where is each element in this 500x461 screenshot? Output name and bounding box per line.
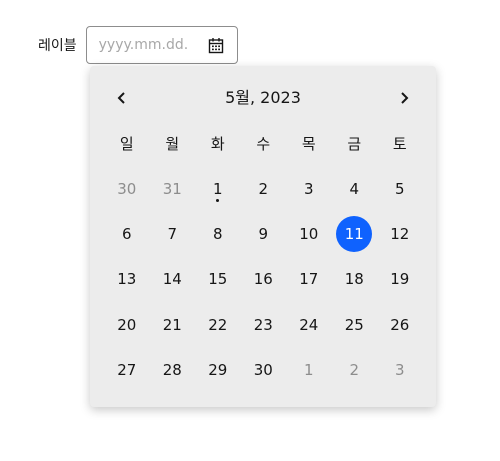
field-label: 레이블 bbox=[38, 38, 77, 54]
day-number: 29 bbox=[208, 360, 228, 379]
calendar-popup: 5월, 2023 일월화수목금토 30 31 1 2 3 4 5 6 7 8 9 10 11 12 13 14… bbox=[90, 66, 436, 407]
day-cell[interactable]: 15 bbox=[195, 257, 241, 302]
day-number: 15 bbox=[208, 270, 228, 289]
day-cell[interactable]: 20 bbox=[104, 302, 150, 347]
day-cell[interactable]: 7 bbox=[150, 211, 196, 256]
day-cell[interactable]: 17 bbox=[286, 257, 332, 302]
day-number: 1 bbox=[303, 360, 314, 379]
day-cell[interactable]: 27 bbox=[104, 347, 150, 392]
day-cell[interactable]: 12 bbox=[377, 211, 423, 256]
day-cell[interactable]: 13 bbox=[104, 257, 150, 302]
chevron-right-icon[interactable] bbox=[388, 82, 420, 114]
date-picker-field: 레이블 bbox=[38, 26, 238, 64]
day-cell[interactable]: 8 bbox=[195, 211, 241, 256]
day-number: 22 bbox=[208, 315, 228, 334]
day-number: 2 bbox=[349, 360, 360, 379]
day-number: 13 bbox=[117, 270, 137, 289]
day-number: 3 bbox=[394, 360, 405, 379]
day-cell[interactable]: 29 bbox=[195, 347, 241, 392]
weekday-label: 토 bbox=[392, 135, 407, 153]
calendar-icon[interactable] bbox=[207, 36, 225, 54]
day-number: 23 bbox=[253, 315, 273, 334]
weekday-label: 화 bbox=[210, 135, 225, 153]
day-cell-selected[interactable]: 11 bbox=[332, 211, 378, 256]
day-cell[interactable]: 3 bbox=[286, 166, 332, 211]
day-number: 27 bbox=[117, 360, 137, 379]
day-number: 18 bbox=[344, 270, 364, 289]
day-number: 2 bbox=[258, 179, 269, 198]
day-number: 7 bbox=[167, 224, 178, 243]
day-number: 6 bbox=[121, 224, 132, 243]
weekday-header: 일월화수목금토 bbox=[104, 130, 423, 158]
day-cell[interactable]: 21 bbox=[150, 302, 196, 347]
day-cell[interactable]: 2 bbox=[332, 347, 378, 392]
weekday-label: 금 bbox=[347, 135, 362, 153]
day-number: 16 bbox=[253, 270, 273, 289]
day-cell[interactable]: 6 bbox=[104, 211, 150, 256]
day-number: 19 bbox=[390, 270, 410, 289]
day-number: 4 bbox=[349, 179, 360, 198]
weekday-label: 월 bbox=[165, 135, 180, 153]
day-number: 21 bbox=[162, 315, 182, 334]
day-cell[interactable]: 26 bbox=[377, 302, 423, 347]
weekday-label: 수 bbox=[256, 135, 271, 153]
day-number: 28 bbox=[162, 360, 182, 379]
weekday-label: 일 bbox=[119, 135, 134, 153]
day-cell[interactable]: 31 bbox=[150, 166, 196, 211]
day-number: 5 bbox=[394, 179, 405, 198]
day-cell[interactable]: 4 bbox=[332, 166, 378, 211]
day-cell[interactable]: 14 bbox=[150, 257, 196, 302]
month-title: 5월, 2023 bbox=[225, 88, 301, 107]
day-number: 3 bbox=[303, 179, 314, 198]
day-number: 14 bbox=[162, 270, 182, 289]
day-cell[interactable]: 2 bbox=[241, 166, 287, 211]
calendar-header: 5월, 2023 bbox=[90, 82, 436, 114]
date-input-wrapper[interactable] bbox=[85, 26, 238, 64]
day-number: 25 bbox=[344, 315, 364, 334]
day-cell-today[interactable]: 1 bbox=[195, 166, 241, 211]
day-cell[interactable]: 19 bbox=[377, 257, 423, 302]
day-number: 11 bbox=[344, 224, 364, 243]
day-cell[interactable]: 22 bbox=[195, 302, 241, 347]
day-cell[interactable]: 24 bbox=[286, 302, 332, 347]
day-number: 12 bbox=[390, 224, 410, 243]
day-number: 9 bbox=[258, 224, 269, 243]
weekday-label: 목 bbox=[301, 135, 316, 153]
day-cell[interactable]: 25 bbox=[332, 302, 378, 347]
chevron-left-icon[interactable] bbox=[106, 82, 138, 114]
day-number: 1 bbox=[212, 179, 223, 198]
day-cell[interactable]: 10 bbox=[286, 211, 332, 256]
day-cell[interactable]: 3 bbox=[377, 347, 423, 392]
day-grid: 30 31 1 2 3 4 5 6 7 8 9 10 11 12 13 14 15 16 17 18 19 20 21 22 2… bbox=[104, 166, 423, 392]
date-input[interactable] bbox=[98, 37, 207, 53]
day-cell[interactable]: 18 bbox=[332, 257, 378, 302]
day-cell[interactable]: 30 bbox=[104, 166, 150, 211]
day-cell[interactable]: 30 bbox=[241, 347, 287, 392]
day-number: 8 bbox=[212, 224, 223, 243]
day-cell[interactable]: 28 bbox=[150, 347, 196, 392]
day-cell[interactable]: 1 bbox=[286, 347, 332, 392]
day-number: 20 bbox=[117, 315, 137, 334]
day-cell[interactable]: 9 bbox=[241, 211, 287, 256]
day-number: 26 bbox=[390, 315, 410, 334]
day-number: 30 bbox=[117, 179, 137, 198]
day-cell[interactable]: 5 bbox=[377, 166, 423, 211]
day-number: 17 bbox=[299, 270, 319, 289]
day-number: 24 bbox=[299, 315, 319, 334]
day-number: 30 bbox=[253, 360, 273, 379]
day-cell[interactable]: 16 bbox=[241, 257, 287, 302]
today-indicator bbox=[216, 198, 220, 202]
day-number: 10 bbox=[299, 224, 319, 243]
day-number: 31 bbox=[162, 179, 182, 198]
day-cell[interactable]: 23 bbox=[241, 302, 287, 347]
